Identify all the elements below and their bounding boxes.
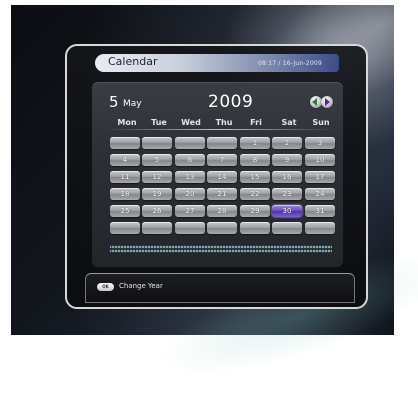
weekday-mon: Mon (117, 118, 137, 127)
day-cell-empty (207, 222, 237, 234)
day-cell[interactable]: 13 (175, 171, 205, 183)
header-divider (105, 129, 333, 130)
next-year-icon[interactable] (321, 96, 333, 108)
day-cell[interactable]: 24 (305, 188, 335, 200)
day-cell[interactable]: 23 (272, 188, 302, 200)
day-cell-empty (272, 222, 302, 234)
weekday-thu: Thu (215, 118, 233, 127)
current-day: 5 (109, 93, 119, 111)
day-cell[interactable]: 27 (175, 205, 205, 217)
day-cell[interactable]: 16 (272, 171, 302, 183)
day-cell[interactable]: 22 (240, 188, 270, 200)
window-title: Calendar (108, 55, 158, 68)
remote-key-icon: OK (97, 283, 114, 291)
day-cell[interactable]: 6 (175, 154, 205, 166)
day-cell-empty (110, 222, 140, 234)
weekday-wed: Wed (181, 118, 201, 127)
day-cell-empty (175, 137, 205, 149)
day-cell[interactable]: 21 (207, 188, 237, 200)
day-cell-empty (305, 222, 335, 234)
day-cell[interactable]: 28 (207, 205, 237, 217)
day-cell[interactable]: 26 (142, 205, 172, 217)
day-cell[interactable]: 7 (207, 154, 237, 166)
day-cell[interactable]: 18 (110, 188, 140, 200)
change-year-hint: Change Year (119, 282, 163, 290)
day-cell[interactable]: 9 (272, 154, 302, 166)
day-cell[interactable]: 11 (110, 171, 140, 183)
weekday-tue: Tue (151, 118, 167, 127)
day-cell[interactable]: 2 (272, 137, 302, 149)
day-cell[interactable]: 14 (207, 171, 237, 183)
day-cell[interactable]: 31 (305, 205, 335, 217)
day-cell[interactable]: 1 (240, 137, 270, 149)
day-cell[interactable]: 29 (240, 205, 270, 217)
weekday-sat: Sat (281, 118, 297, 127)
day-cell[interactable]: 17 (305, 171, 335, 183)
day-cell[interactable]: 4 (110, 154, 140, 166)
day-cell[interactable]: 19 (142, 188, 172, 200)
weekday-fri: Fri (250, 118, 262, 127)
clock-readout: 08:17 / 16-Jun-2009 (258, 60, 322, 67)
current-year: 2009 (208, 92, 254, 112)
day-cell-empty (175, 222, 205, 234)
day-cell[interactable]: 8 (240, 154, 270, 166)
day-cell[interactable]: 12 (142, 171, 172, 183)
day-cell-empty (207, 137, 237, 149)
day-cell[interactable]: 15 (240, 171, 270, 183)
day-cell[interactable]: 25 (110, 205, 140, 217)
day-cell-empty (240, 222, 270, 234)
decorative-dot-strip (110, 245, 332, 253)
day-cell[interactable]: 10 (305, 154, 335, 166)
day-cell[interactable]: 3 (305, 137, 335, 149)
day-cell[interactable]: 5 (142, 154, 172, 166)
current-month: May (123, 99, 142, 109)
day-cell[interactable]: 30 (272, 205, 302, 217)
day-cell[interactable]: 20 (175, 188, 205, 200)
weekday-sun: Sun (312, 118, 330, 127)
day-cell-empty (142, 222, 172, 234)
day-cell-empty (110, 137, 140, 149)
day-cell-empty (142, 137, 172, 149)
